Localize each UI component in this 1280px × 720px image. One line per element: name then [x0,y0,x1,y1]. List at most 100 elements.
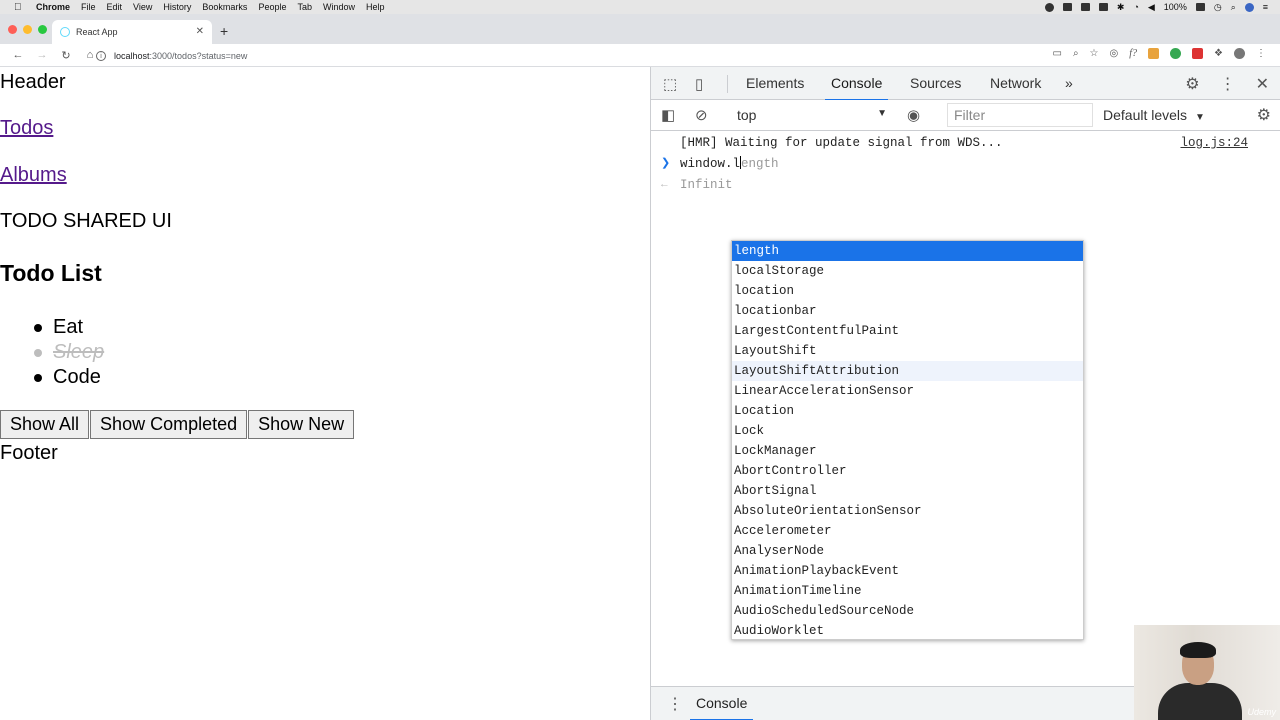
close-window-button[interactable] [8,25,17,34]
home-button[interactable]: ⌂ [84,49,96,61]
user-icon[interactable] [1244,2,1254,12]
redux-extension-icon[interactable] [1192,48,1204,59]
autocomplete-option[interactable]: Location [732,401,1083,421]
wifi-icon[interactable]: ◔ [1133,2,1138,12]
menu-item-history[interactable]: History [163,2,191,12]
extensions-puzzle-icon[interactable]: ❖ [1214,48,1223,59]
formula-extension-icon[interactable]: f? [1129,48,1137,59]
menu-item-tab[interactable]: Tab [297,2,312,12]
autocomplete-option[interactable]: LayoutShiftAttribution [732,361,1083,381]
show-completed-button[interactable]: Show Completed [90,410,248,439]
control-center-icon[interactable]: ≡ [1263,2,1268,12]
console-log-source-link[interactable]: log.js:24 [1180,133,1248,154]
drawer-menu-icon[interactable]: ⋮ [667,694,683,714]
autocomplete-option[interactable]: AudioScheduledSourceNode [732,601,1083,621]
tab-sources[interactable]: Sources [910,75,961,91]
settings-gear-icon[interactable]: ⚙ [1185,74,1199,94]
show-new-button[interactable]: Show New [248,410,355,439]
chrome-menu-icon[interactable]: ⋮ [1256,48,1266,59]
volume-icon[interactable]: ◀ [1148,2,1155,13]
autocomplete-option[interactable]: localStorage [732,261,1083,281]
autocomplete-option[interactable]: AnalyserNode [732,541,1083,561]
clear-console-icon[interactable]: ⊘ [695,106,708,124]
clock-icon[interactable]: ◷ [1214,2,1222,13]
bookmark-star-icon[interactable]: ☆ [1090,48,1099,59]
autocomplete-option[interactable]: location [732,281,1083,301]
console-settings-gear-icon[interactable]: ⚙ [1257,105,1271,125]
drawer-tab-console[interactable]: Console [689,695,754,720]
inspect-element-icon[interactable]: ⬚ [663,75,677,93]
browser-tab[interactable]: React App ✕ [52,20,212,44]
autocomplete-option[interactable]: LinearAccelerationSensor [732,381,1083,401]
log-levels-label: Default levels [1103,107,1188,123]
battery-icon[interactable] [1195,3,1205,11]
live-expression-eye-icon[interactable]: ◉ [907,106,920,124]
menu-item-file[interactable]: File [81,2,96,12]
tab-network[interactable]: Network [990,75,1041,91]
autocomplete-option[interactable]: LockManager [732,441,1083,461]
menu-item-bookmarks[interactable]: Bookmarks [202,2,247,12]
autocomplete-option[interactable]: Lock [732,421,1083,441]
menu-item-view[interactable]: View [133,2,152,12]
close-devtools-icon[interactable]: ✕ [1256,74,1269,94]
site-info-icon[interactable]: i [96,50,106,61]
device-toolbar-icon[interactable]: ▯ [695,75,703,93]
kebab-menu-icon[interactable]: ⋮ [1220,74,1236,94]
autocomplete-option[interactable]: locationbar [732,301,1083,321]
tab-console[interactable]: Console [824,75,889,101]
autocomplete-option[interactable]: AbortController [732,461,1083,481]
apple-icon[interactable]:  [14,2,24,13]
autocomplete-option[interactable]: AbsoluteOrientationSensor [732,501,1083,521]
react-devtools-extension-icon[interactable] [1148,48,1160,59]
menu-item-help[interactable]: Help [366,2,385,12]
back-button[interactable]: ← [12,49,24,61]
more-tabs-icon[interactable]: » [1065,75,1073,91]
nav-link-albums[interactable]: Albums [0,164,67,187]
log-levels-dropdown[interactable]: Default levels ▼ [1103,107,1205,123]
autocomplete-option[interactable]: Accelerometer [732,521,1083,541]
autocomplete-option[interactable]: AbortSignal [732,481,1083,501]
autocomplete-dropdown[interactable]: length localStorage location locationbar Lar… [731,240,1084,640]
bluetooth-icon[interactable]: ✱ [1117,2,1125,13]
zoom-icon[interactable]: ⌕ [1073,48,1079,59]
zoom-window-button[interactable] [38,25,47,34]
menu-item-people[interactable]: People [258,2,286,12]
todo-item-sleep-completed[interactable]: Sleep [0,340,104,365]
menu-item-window[interactable]: Window [323,2,355,12]
autocomplete-option[interactable]: AnimationTimeline [732,581,1083,601]
autocomplete-option[interactable]: length [732,241,1083,261]
sidebar-toggle-icon[interactable]: ◧ [661,106,675,124]
address-bar[interactable]: i localhost:3000/todos?status=new [96,47,1056,64]
nav-link-todos[interactable]: Todos [0,117,53,140]
console-filter-input[interactable]: Filter [947,103,1093,127]
spotlight-search-icon[interactable]: ⌕ [1231,2,1236,13]
menu-item-edit[interactable]: Edit [107,2,123,12]
battery-percent[interactable]: 100% [1164,2,1187,12]
autocomplete-option[interactable]: LargestContentfulPaint [732,321,1083,341]
show-all-button[interactable]: Show All [0,410,90,439]
autocomplete-option[interactable]: AudioWorklet [732,621,1083,641]
todo-item-eat[interactable]: Eat [0,315,104,340]
adobe-icon[interactable] [1098,3,1108,11]
menu-app-name[interactable]: Chrome [36,2,70,12]
camera-icon[interactable] [1062,3,1072,11]
autocomplete-option[interactable]: LayoutShift [732,341,1083,361]
minimize-window-button[interactable] [23,25,32,34]
reload-button[interactable]: ↻ [60,49,72,62]
context-selector[interactable]: top ▼ [737,107,887,123]
grammarly-extension-icon[interactable] [1170,48,1182,59]
console-input[interactable]: window.length [680,154,779,175]
console-input-row[interactable]: ❯ window.length [651,154,1280,175]
display-icon[interactable] [1080,3,1090,11]
todo-item-code[interactable]: Code [0,365,104,390]
screenshot-icon[interactable]: ◎ [1110,48,1119,59]
autocomplete-option[interactable]: AnimationPlaybackEvent [732,561,1083,581]
record-icon[interactable] [1044,2,1054,12]
forward-button[interactable]: → [36,49,48,61]
console-output[interactable]: [HMR] Waiting for update signal from WDS… [651,131,1280,686]
tab-elements[interactable]: Elements [746,75,804,91]
profile-avatar-icon[interactable] [1234,48,1245,59]
new-tab-button[interactable]: + [220,23,228,39]
close-tab-icon[interactable]: ✕ [196,26,204,37]
cast-icon[interactable]: ▭ [1052,48,1061,59]
